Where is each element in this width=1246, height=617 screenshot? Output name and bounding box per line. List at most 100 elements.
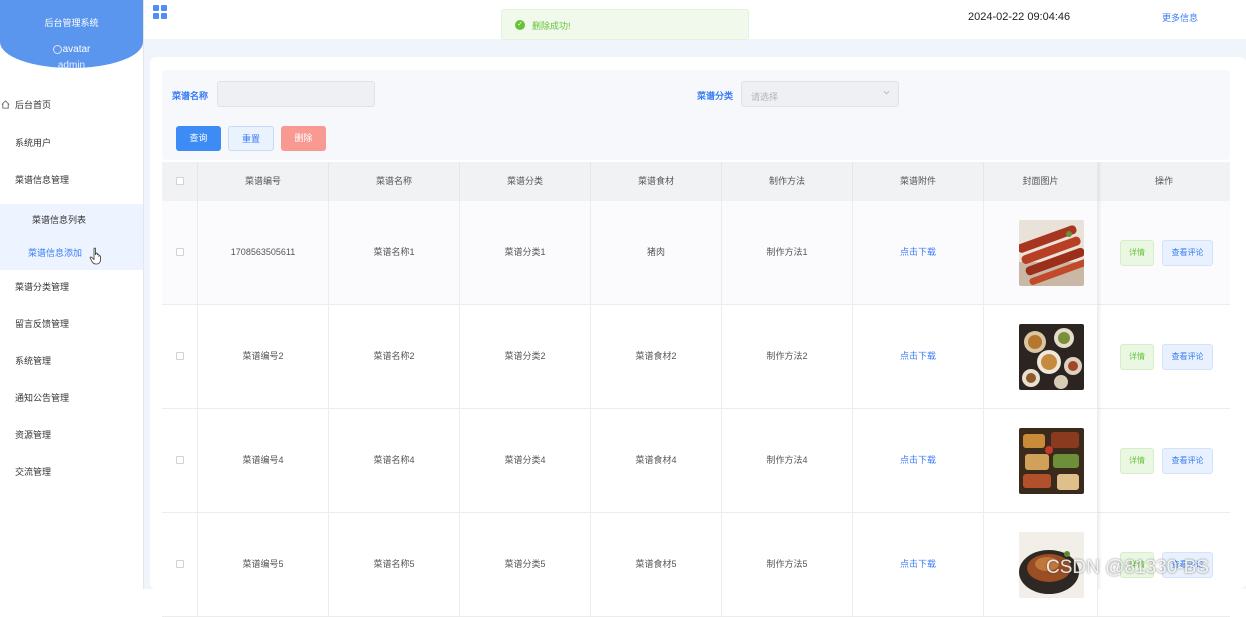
row-checkbox[interactable] xyxy=(176,560,184,568)
recipe-method-cell: 制作方法1 xyxy=(722,201,853,304)
row-select-cell xyxy=(162,305,198,408)
toast-message: 删除成功! xyxy=(532,21,571,31)
detail-button[interactable]: 详情 xyxy=(1120,448,1154,474)
select-all-checkbox[interactable] xyxy=(176,177,184,185)
recipe-name-cell: 菜谱名称4 xyxy=(329,409,460,512)
recipe-category-cell: 菜谱分类4 xyxy=(460,409,591,512)
sidebar-item-system-users[interactable]: 系统用户 xyxy=(0,130,143,167)
recipe-category-cell: 菜谱分类1 xyxy=(460,201,591,304)
row-checkbox[interactable] xyxy=(176,352,184,360)
recipe-category-cell: 菜谱分类2 xyxy=(460,305,591,408)
sidebar-item-recipe-add[interactable]: 菜谱信息添加 xyxy=(0,237,143,270)
view-comments-button[interactable]: 查看评论 xyxy=(1162,344,1213,370)
table-row: 1708563505611 菜谱名称1 菜谱分类1 猪肉 制作方法1 点击下载 … xyxy=(162,201,1230,305)
sidebar-item-label: 系统用户 xyxy=(15,138,52,148)
home-icon xyxy=(1,100,10,109)
sidebar-menu: 后台首页 系统用户 菜谱信息管理 菜谱信息列表 菜谱信息添加 菜谱分类管理 留言… xyxy=(0,92,143,496)
sidebar-item-label: 菜谱信息添加 xyxy=(28,248,83,258)
sidebar-item-label: 资源管理 xyxy=(15,430,52,440)
detail-button[interactable]: 详情 xyxy=(1120,344,1154,370)
more-info-link[interactable]: 更多信息 xyxy=(1162,11,1198,24)
row-checkbox[interactable] xyxy=(176,248,184,256)
username: admin xyxy=(57,60,86,71)
sidebar-item-recipe-management[interactable]: 菜谱信息管理 xyxy=(0,167,143,204)
column-header[interactable]: 制作方法 xyxy=(722,162,853,201)
row-select-cell xyxy=(162,409,198,512)
recipe-method-cell: 制作方法5 xyxy=(722,513,853,616)
select-all-cell xyxy=(162,162,198,201)
column-header[interactable]: 菜谱名称 xyxy=(329,162,460,201)
recipe-ingredients-cell: 菜谱食材2 xyxy=(591,305,722,408)
column-header[interactable]: 菜谱食材 xyxy=(591,162,722,201)
column-header[interactable]: 菜谱附件 xyxy=(853,162,984,201)
column-header[interactable]: 操作 xyxy=(1098,162,1230,201)
column-header[interactable]: 菜谱分类 xyxy=(460,162,591,201)
column-header[interactable]: 封面图片 xyxy=(984,162,1098,201)
recipe-name-label: 菜谱名称 xyxy=(172,91,209,101)
fixed-column-shadow xyxy=(1098,162,1102,589)
sidebar-item-label: 菜谱信息列表 xyxy=(32,215,87,225)
recipe-id-cell: 菜谱编号2 xyxy=(198,305,329,408)
sidebar-item-label: 后台首页 xyxy=(15,100,52,110)
table-row: 菜谱编号2 菜谱名称2 菜谱分类2 菜谱食材2 制作方法2 点击下载 详情 查看… xyxy=(162,305,1230,409)
table-header: 菜谱编号 菜谱名称 菜谱分类 菜谱食材 制作方法 菜谱附件 封面图片 操作 xyxy=(162,162,1230,202)
recipe-id-cell: 菜谱编号5 xyxy=(198,513,329,616)
recipe-category-label: 菜谱分类 xyxy=(697,91,734,101)
sidebar-item-label: 菜谱信息管理 xyxy=(15,175,70,185)
row-select-cell xyxy=(162,201,198,304)
sidebar-item-label: 留言反馈管理 xyxy=(15,319,70,329)
row-checkbox[interactable] xyxy=(176,456,184,464)
recipe-ingredients-cell: 菜谱食材4 xyxy=(591,409,722,512)
current-datetime: 2024-02-22 09:04:46 xyxy=(968,11,1071,23)
recipe-name-input[interactable] xyxy=(217,81,375,107)
menu-grid-icon[interactable] xyxy=(153,5,167,19)
row-select-cell xyxy=(162,513,198,616)
delete-button[interactable]: 删除 xyxy=(281,126,326,151)
sidebar-item-home[interactable]: 后台首页 xyxy=(0,92,143,120)
sidebar-item-label: 通知公告管理 xyxy=(15,393,70,403)
sidebar-item-label: 交流管理 xyxy=(15,467,52,477)
recipe-category-cell: 菜谱分类5 xyxy=(460,513,591,616)
recipe-name-cell: 菜谱名称2 xyxy=(329,305,460,408)
cover-image[interactable] xyxy=(1019,220,1084,286)
sidebar-item-system-management[interactable]: 系统管理 xyxy=(0,348,143,385)
recipe-category-select[interactable]: 请选择 xyxy=(741,81,899,107)
system-title: 后台管理系统 xyxy=(44,18,99,28)
avatar-alt-text: avatar xyxy=(62,44,91,55)
query-button[interactable]: 查询 xyxy=(176,126,221,151)
column-header[interactable]: 菜谱编号 xyxy=(198,162,329,201)
avatar[interactable]: avatar xyxy=(0,44,143,55)
recipe-ingredients-cell: 菜谱食材5 xyxy=(591,513,722,616)
recipe-name-cell: 菜谱名称1 xyxy=(329,201,460,304)
download-link[interactable]: 点击下载 xyxy=(853,409,984,512)
detail-button[interactable]: 详情 xyxy=(1120,240,1154,266)
table-row: 菜谱编号4 菜谱名称4 菜谱分类4 菜谱食材4 制作方法4 点击下载 详情 查看… xyxy=(162,409,1230,513)
sidebar-item-category-management[interactable]: 菜谱分类管理 xyxy=(0,274,143,311)
sidebar-header: 后台管理系统 avatar admin xyxy=(0,0,143,71)
sidebar-item-exchange-management[interactable]: 交流管理 xyxy=(0,459,143,496)
recipe-table: 菜谱编号 菜谱名称 菜谱分类 菜谱食材 制作方法 菜谱附件 封面图片 操作 17… xyxy=(162,162,1230,617)
view-comments-button[interactable]: 查看评论 xyxy=(1162,240,1213,266)
download-link[interactable]: 点击下载 xyxy=(853,513,984,616)
sidebar-item-feedback-management[interactable]: 留言反馈管理 xyxy=(0,311,143,348)
sidebar-item-notice-management[interactable]: 通知公告管理 xyxy=(0,385,143,422)
recipe-id-cell: 菜谱编号4 xyxy=(198,409,329,512)
reset-button[interactable]: 重置 xyxy=(228,126,274,151)
download-link[interactable]: 点击下载 xyxy=(853,305,984,408)
sidebar: 后台管理系统 avatar admin 后台首页 系统用户 菜谱信息管理 菜谱信… xyxy=(0,0,144,589)
recipe-method-cell: 制作方法4 xyxy=(722,409,853,512)
cover-image[interactable] xyxy=(1019,428,1084,494)
recipe-name-cell: 菜谱名称5 xyxy=(329,513,460,616)
view-comments-button[interactable]: 查看评论 xyxy=(1162,448,1213,474)
sidebar-item-label: 菜谱分类管理 xyxy=(15,282,70,292)
recipe-method-cell: 制作方法2 xyxy=(722,305,853,408)
cover-image[interactable] xyxy=(1019,324,1084,390)
chevron-down-icon xyxy=(883,90,890,95)
sidebar-item-resource-management[interactable]: 资源管理 xyxy=(0,422,143,459)
download-link[interactable]: 点击下载 xyxy=(853,201,984,304)
success-toast: ✓ 删除成功! xyxy=(501,9,749,40)
watermark: CSDN @81330-BS xyxy=(1046,557,1209,578)
sidebar-item-label: 系统管理 xyxy=(15,356,52,366)
sidebar-item-recipe-list[interactable]: 菜谱信息列表 xyxy=(0,204,143,237)
recipe-ingredients-cell: 猪肉 xyxy=(591,201,722,304)
